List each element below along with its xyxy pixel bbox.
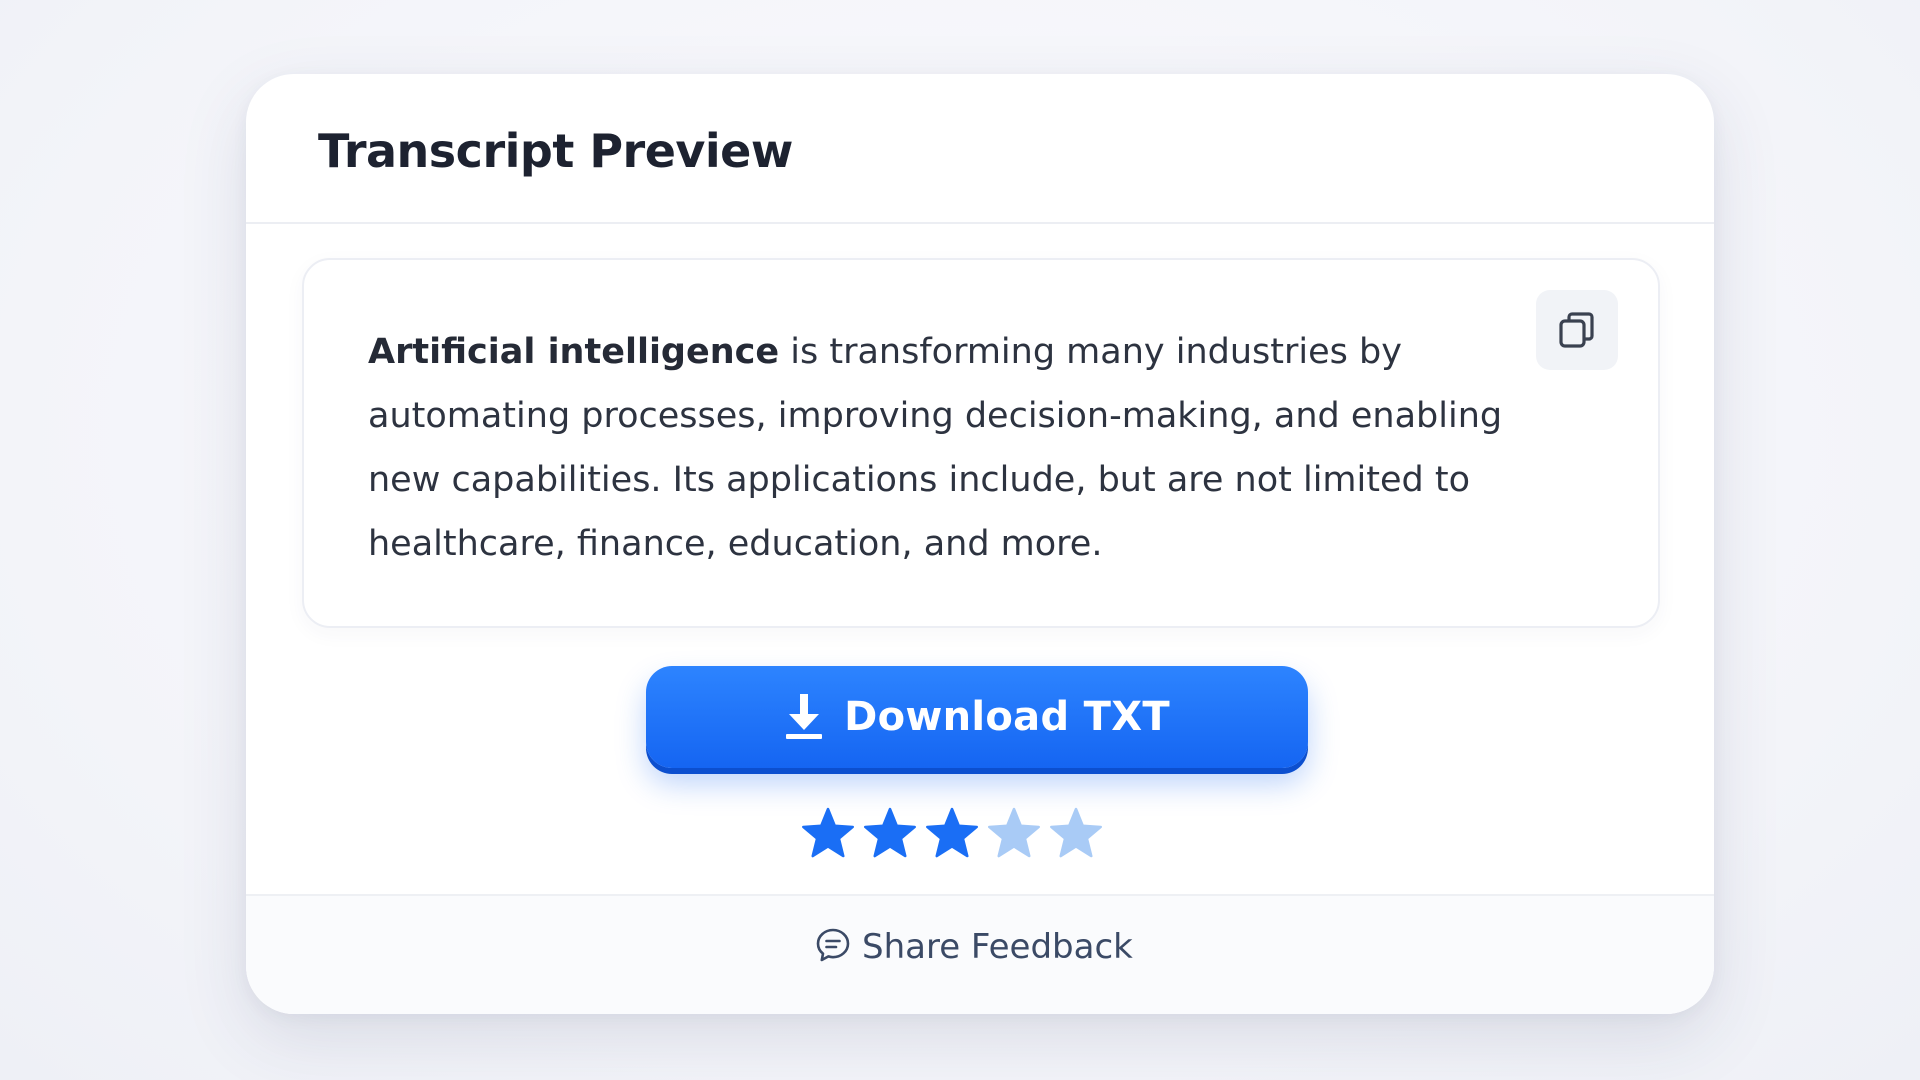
copy-button[interactable] [1536,290,1618,370]
card-footer: Share Feedback [246,894,1714,1014]
card-header: Transcript Preview [246,74,1714,224]
share-feedback-label: Share Feedback [862,927,1133,967]
transcript-highlight: Artificial intelligence [368,332,780,372]
star-empty-icon[interactable] [984,804,1044,864]
copy-icon [1555,308,1599,352]
chat-bubble-icon [814,926,852,968]
star-filled-icon[interactable] [798,804,858,864]
star-filled-icon[interactable] [922,804,982,864]
transcript-box: Artificial intelligence is transforming … [302,258,1660,628]
transcript-card: Transcript Preview Artificial intelligen… [246,74,1714,1014]
star-empty-icon[interactable] [1046,804,1106,864]
download-icon [784,692,824,743]
star-filled-icon[interactable] [860,804,920,864]
page: Transcript Preview Artificial intelligen… [0,0,1920,1080]
transcript-text: Artificial intelligence is transforming … [368,320,1528,576]
card-title: Transcript Preview [318,124,793,178]
download-label: Download TXT [844,694,1170,740]
download-txt-button[interactable]: Download TXT [646,666,1308,768]
star-rating [798,804,1106,864]
share-feedback-link[interactable]: Share Feedback [814,926,1133,968]
